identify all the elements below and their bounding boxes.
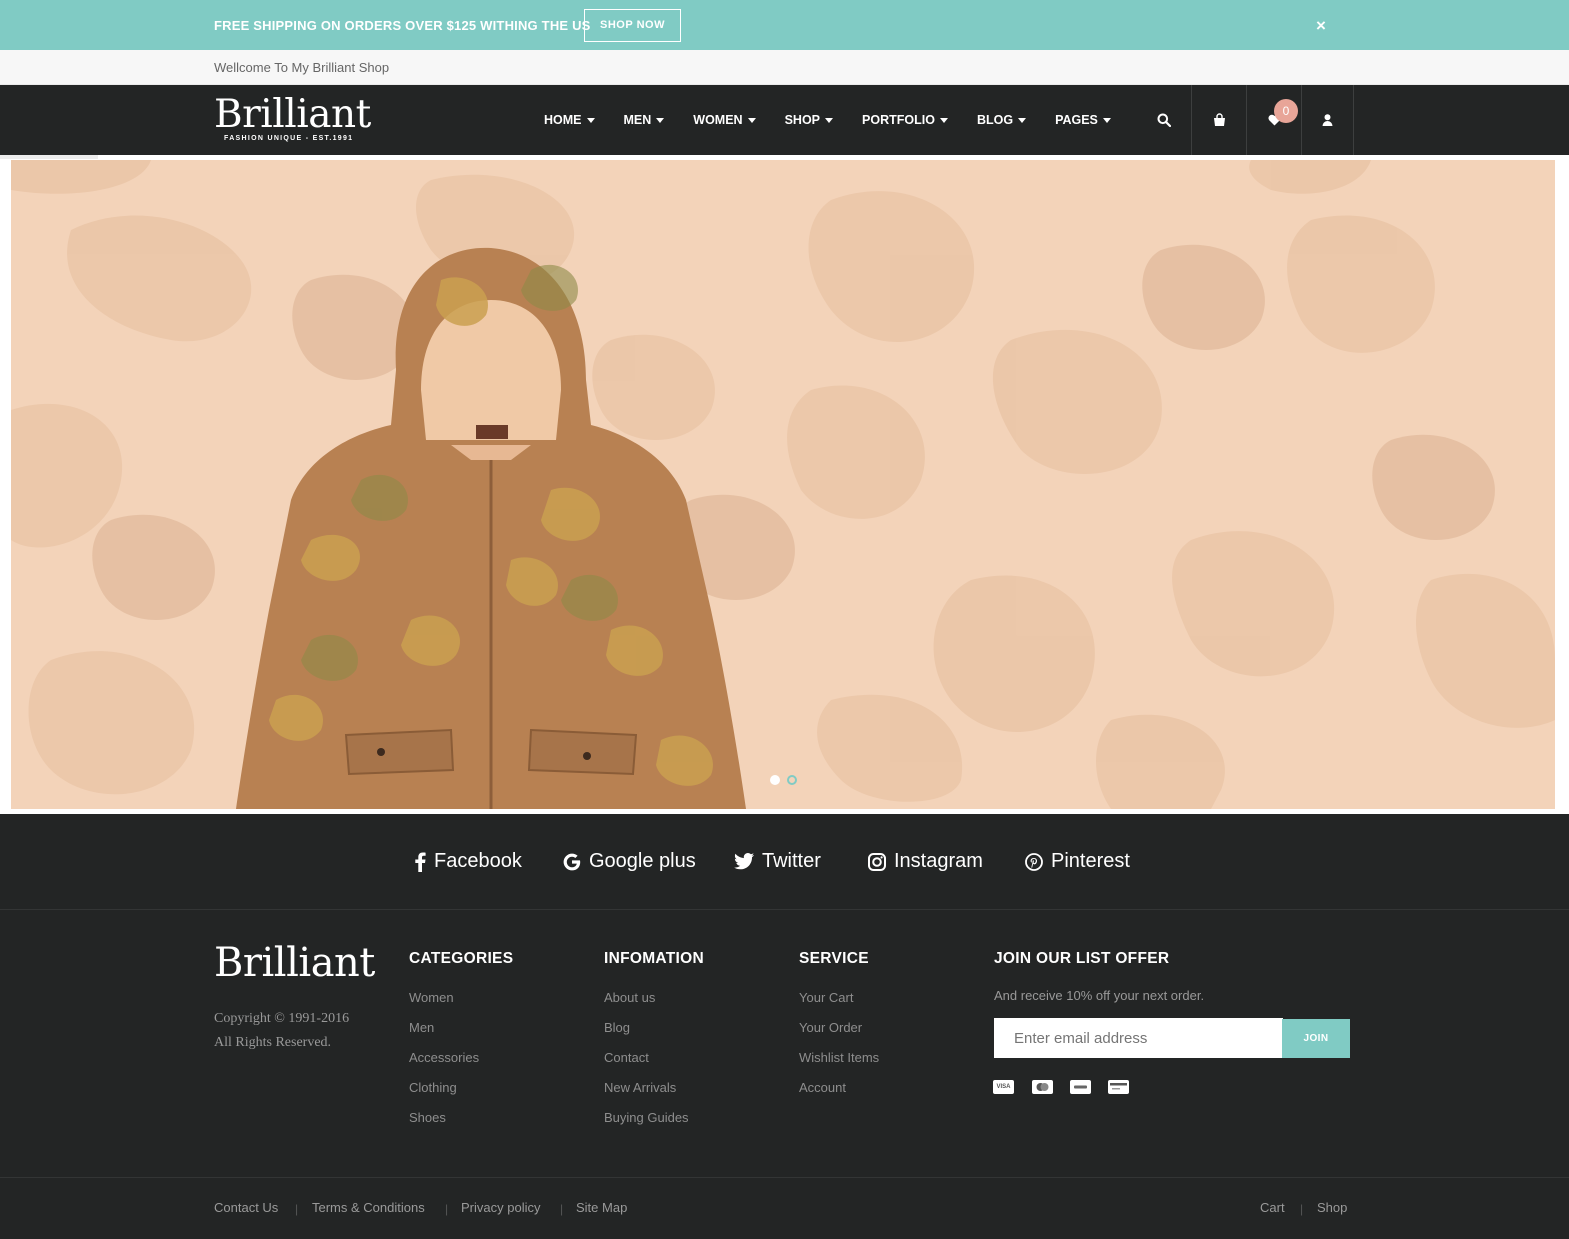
categories-title: CATEGORIES xyxy=(409,950,514,967)
service-title: SERVICE xyxy=(799,950,869,967)
twitter-label: Twitter xyxy=(762,850,821,872)
user-icon[interactable] xyxy=(1302,85,1353,155)
separator: | xyxy=(560,1202,564,1216)
footer-link-accessories[interactable]: Accessories xyxy=(409,1050,513,1080)
instagram-link[interactable]: Instagram xyxy=(868,850,983,873)
pinterest-label: Pinterest xyxy=(1051,850,1130,872)
nav-item-home[interactable]: HOME xyxy=(544,113,595,127)
footer-link-your-cart[interactable]: Your Cart xyxy=(799,990,879,1020)
nav-divider xyxy=(1353,85,1354,155)
footer-categories: CATEGORIES Women Men Accessories Clothin… xyxy=(409,950,513,1140)
nav-item-portfolio[interactable]: PORTFOLIO xyxy=(862,113,948,127)
nav-item-women[interactable]: WOMEN xyxy=(693,113,756,127)
bottom-link-contact-us[interactable]: Contact Us xyxy=(214,1200,278,1215)
twitter-link[interactable]: Twitter xyxy=(734,850,821,873)
google-plus-label: Google plus xyxy=(589,850,696,872)
paypal-icon xyxy=(1070,1080,1091,1094)
search-icon[interactable] xyxy=(1146,85,1182,155)
bottom-link-cart[interactable]: Cart xyxy=(1260,1200,1285,1215)
welcome-bar: Wellcome To My Brilliant Shop xyxy=(0,50,1569,85)
footer-link-new-arrivals[interactable]: New Arrivals xyxy=(604,1080,704,1110)
camo-jacket-image xyxy=(11,160,1555,809)
facebook-link[interactable]: Facebook xyxy=(414,850,522,873)
slider-dot-2[interactable] xyxy=(787,775,797,785)
bottom-link-privacy[interactable]: Privacy policy xyxy=(461,1200,540,1215)
close-icon[interactable]: × xyxy=(1316,17,1326,34)
footer-information: INFOMATION About us Blog Contact New Arr… xyxy=(604,950,704,1140)
wishlist-count-badge: 0 xyxy=(1274,99,1298,123)
chevron-down-icon xyxy=(656,117,665,123)
pinterest-link[interactable]: Pinterest xyxy=(1025,850,1130,873)
mastercard-icon xyxy=(1032,1080,1053,1094)
nav-item-blog[interactable]: BLOG xyxy=(977,113,1027,127)
footer-link-about[interactable]: About us xyxy=(604,990,704,1020)
footer-link-men[interactable]: Men xyxy=(409,1020,513,1050)
main-navbar: Brilliant FASHION UNIQUE - EST.1991 HOME… xyxy=(0,85,1569,155)
footer-service: SERVICE Your Cart Your Order Wishlist It… xyxy=(799,950,879,1110)
rights-text: All Rights Reserved. xyxy=(214,1035,332,1050)
separator: | xyxy=(1300,1202,1304,1216)
chevron-down-icon xyxy=(747,117,756,123)
footer-link-account[interactable]: Account xyxy=(799,1080,879,1110)
shop-now-button[interactable]: SHOP NOW xyxy=(584,9,681,42)
footer-link-shoes[interactable]: Shoes xyxy=(409,1110,513,1140)
promo-text: FREE SHIPPING ON ORDERS OVER $125 WITHIN… xyxy=(214,18,591,33)
logo[interactable]: Brilliant FASHION UNIQUE - EST.1991 xyxy=(214,92,371,143)
footer-link-contact[interactable]: Contact xyxy=(604,1050,704,1080)
bottom-link-terms[interactable]: Terms & Conditions xyxy=(312,1200,425,1215)
newsletter-subtitle: And receive 10% off your next order. xyxy=(994,988,1205,1003)
hero-slider[interactable] xyxy=(11,160,1555,809)
nav-item-men[interactable]: MEN xyxy=(624,113,665,127)
google-icon xyxy=(563,853,581,870)
nav-item-pages[interactable]: PAGES xyxy=(1055,113,1111,127)
bottom-link-site-map[interactable]: Site Map xyxy=(576,1200,627,1215)
separator: | xyxy=(445,1202,449,1216)
facebook-icon xyxy=(415,852,426,872)
newsletter-section: JOIN OUR LIST OFFER xyxy=(994,950,1169,990)
footer-link-blog[interactable]: Blog xyxy=(604,1020,704,1050)
instagram-icon xyxy=(868,852,886,871)
welcome-text: Wellcome To My Brilliant Shop xyxy=(214,60,390,75)
chevron-down-icon xyxy=(1102,117,1111,123)
facebook-label: Facebook xyxy=(434,850,522,872)
chevron-down-icon xyxy=(825,117,834,123)
chevron-down-icon xyxy=(586,117,595,123)
bottom-link-shop[interactable]: Shop xyxy=(1317,1200,1347,1215)
footer-link-wishlist[interactable]: Wishlist Items xyxy=(799,1050,879,1080)
footer: Brilliant Copyright © 1991-2016 All Righ… xyxy=(0,910,1569,1177)
footer-link-clothing[interactable]: Clothing xyxy=(409,1080,513,1110)
card-icon xyxy=(1108,1080,1129,1094)
loading-progress-line xyxy=(0,155,98,159)
information-title: INFOMATION xyxy=(604,950,705,967)
twitter-icon xyxy=(734,853,754,870)
email-input[interactable] xyxy=(994,1018,1283,1058)
pinterest-icon xyxy=(1025,852,1043,871)
footer-link-buying-guides[interactable]: Buying Guides xyxy=(604,1110,704,1140)
bottom-bar: Contact Us | Terms & Conditions | Privac… xyxy=(0,1177,1569,1239)
join-button[interactable]: JOIN xyxy=(1282,1019,1350,1058)
footer-link-women[interactable]: Women xyxy=(409,990,513,1020)
chevron-down-icon xyxy=(939,117,948,123)
separator: | xyxy=(295,1202,299,1216)
slider-dot-1[interactable] xyxy=(770,775,780,785)
newsletter-title: JOIN OUR LIST OFFER xyxy=(994,950,1170,967)
nav-item-shop[interactable]: SHOP xyxy=(785,113,834,127)
instagram-label: Instagram xyxy=(894,850,983,872)
logo-tagline: FASHION UNIQUE - EST.1991 xyxy=(224,135,354,142)
chevron-down-icon xyxy=(1018,117,1027,123)
footer-link-your-order[interactable]: Your Order xyxy=(799,1020,879,1050)
shopping-bag-icon[interactable] xyxy=(1192,85,1246,155)
footer-logo: Brilliant xyxy=(214,940,375,986)
copyright: Copyright © 1991-2016 All Rights Reserve… xyxy=(214,1007,349,1055)
main-menu: HOME MEN WOMEN SHOP PORTFOLIO BLOG PAGES xyxy=(544,85,1140,155)
logo-text: Brilliant xyxy=(214,92,371,137)
copyright-text: Copyright © 1991-2016 xyxy=(214,1011,350,1026)
promo-bar: FREE SHIPPING ON ORDERS OVER $125 WITHIN… xyxy=(0,0,1569,50)
visa-icon: VISA xyxy=(993,1080,1014,1094)
google-plus-link[interactable]: Google plus xyxy=(563,850,696,873)
social-bar: Facebook Google plus Twitter Instagram P… xyxy=(0,814,1569,910)
